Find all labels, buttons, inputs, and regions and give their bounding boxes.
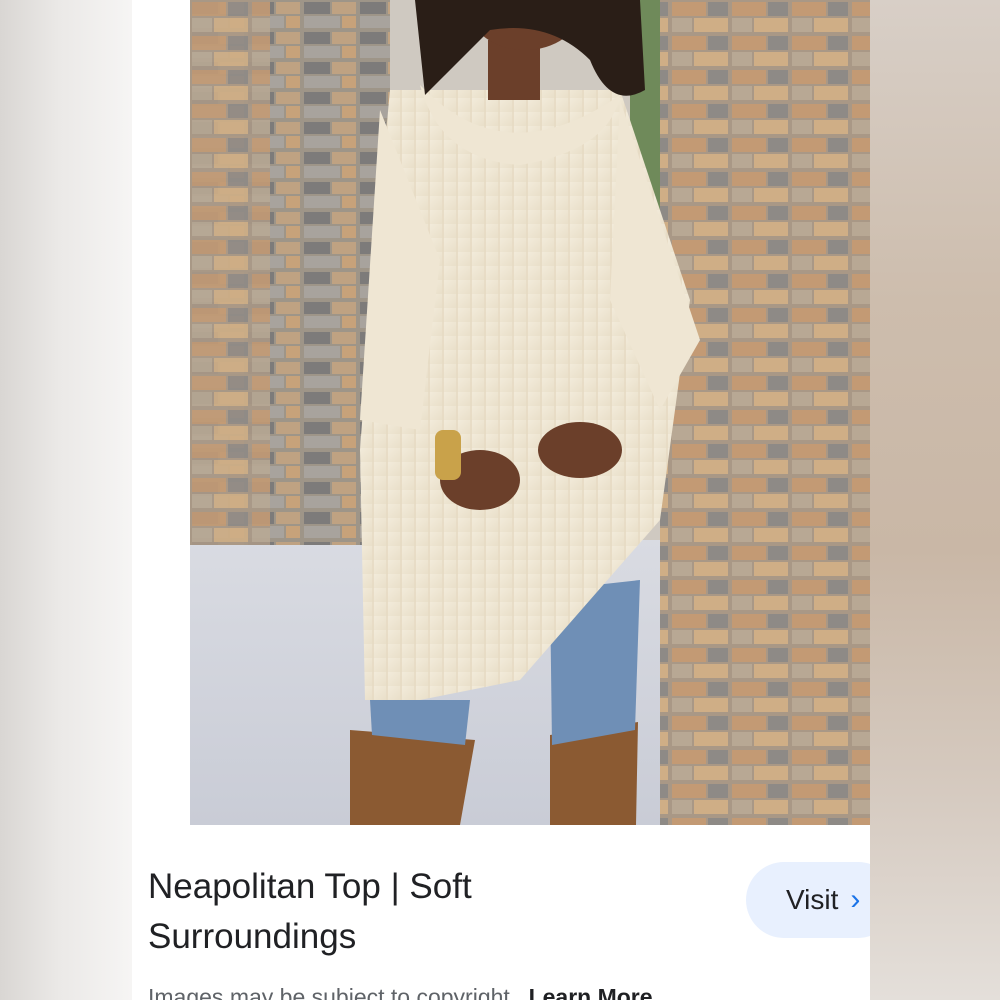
blurred-background-left [0,0,132,1000]
result-title-line-1: Neapolitan Top | Soft [148,867,472,906]
copyright-text: Images may be subject to copyright. [148,984,517,1000]
image-result-card: Neapolitan Top | Soft Surroundings Visit… [132,0,870,1000]
product-photo-illustration [190,0,870,825]
copyright-notice: Images may be subject to copyright. Lear… [148,984,653,1000]
visit-button-label: Visit [786,884,839,915]
visit-button[interactable]: Visit › [746,862,870,938]
blurred-background-right [870,0,1000,1000]
learn-more-link[interactable]: Learn More [529,984,653,1000]
result-title-line-2: Surroundings [148,917,357,956]
chevron-right-icon: › [850,883,861,916]
result-title[interactable]: Neapolitan Top | Soft Surroundings [148,862,708,962]
product-photo[interactable] [190,0,870,825]
